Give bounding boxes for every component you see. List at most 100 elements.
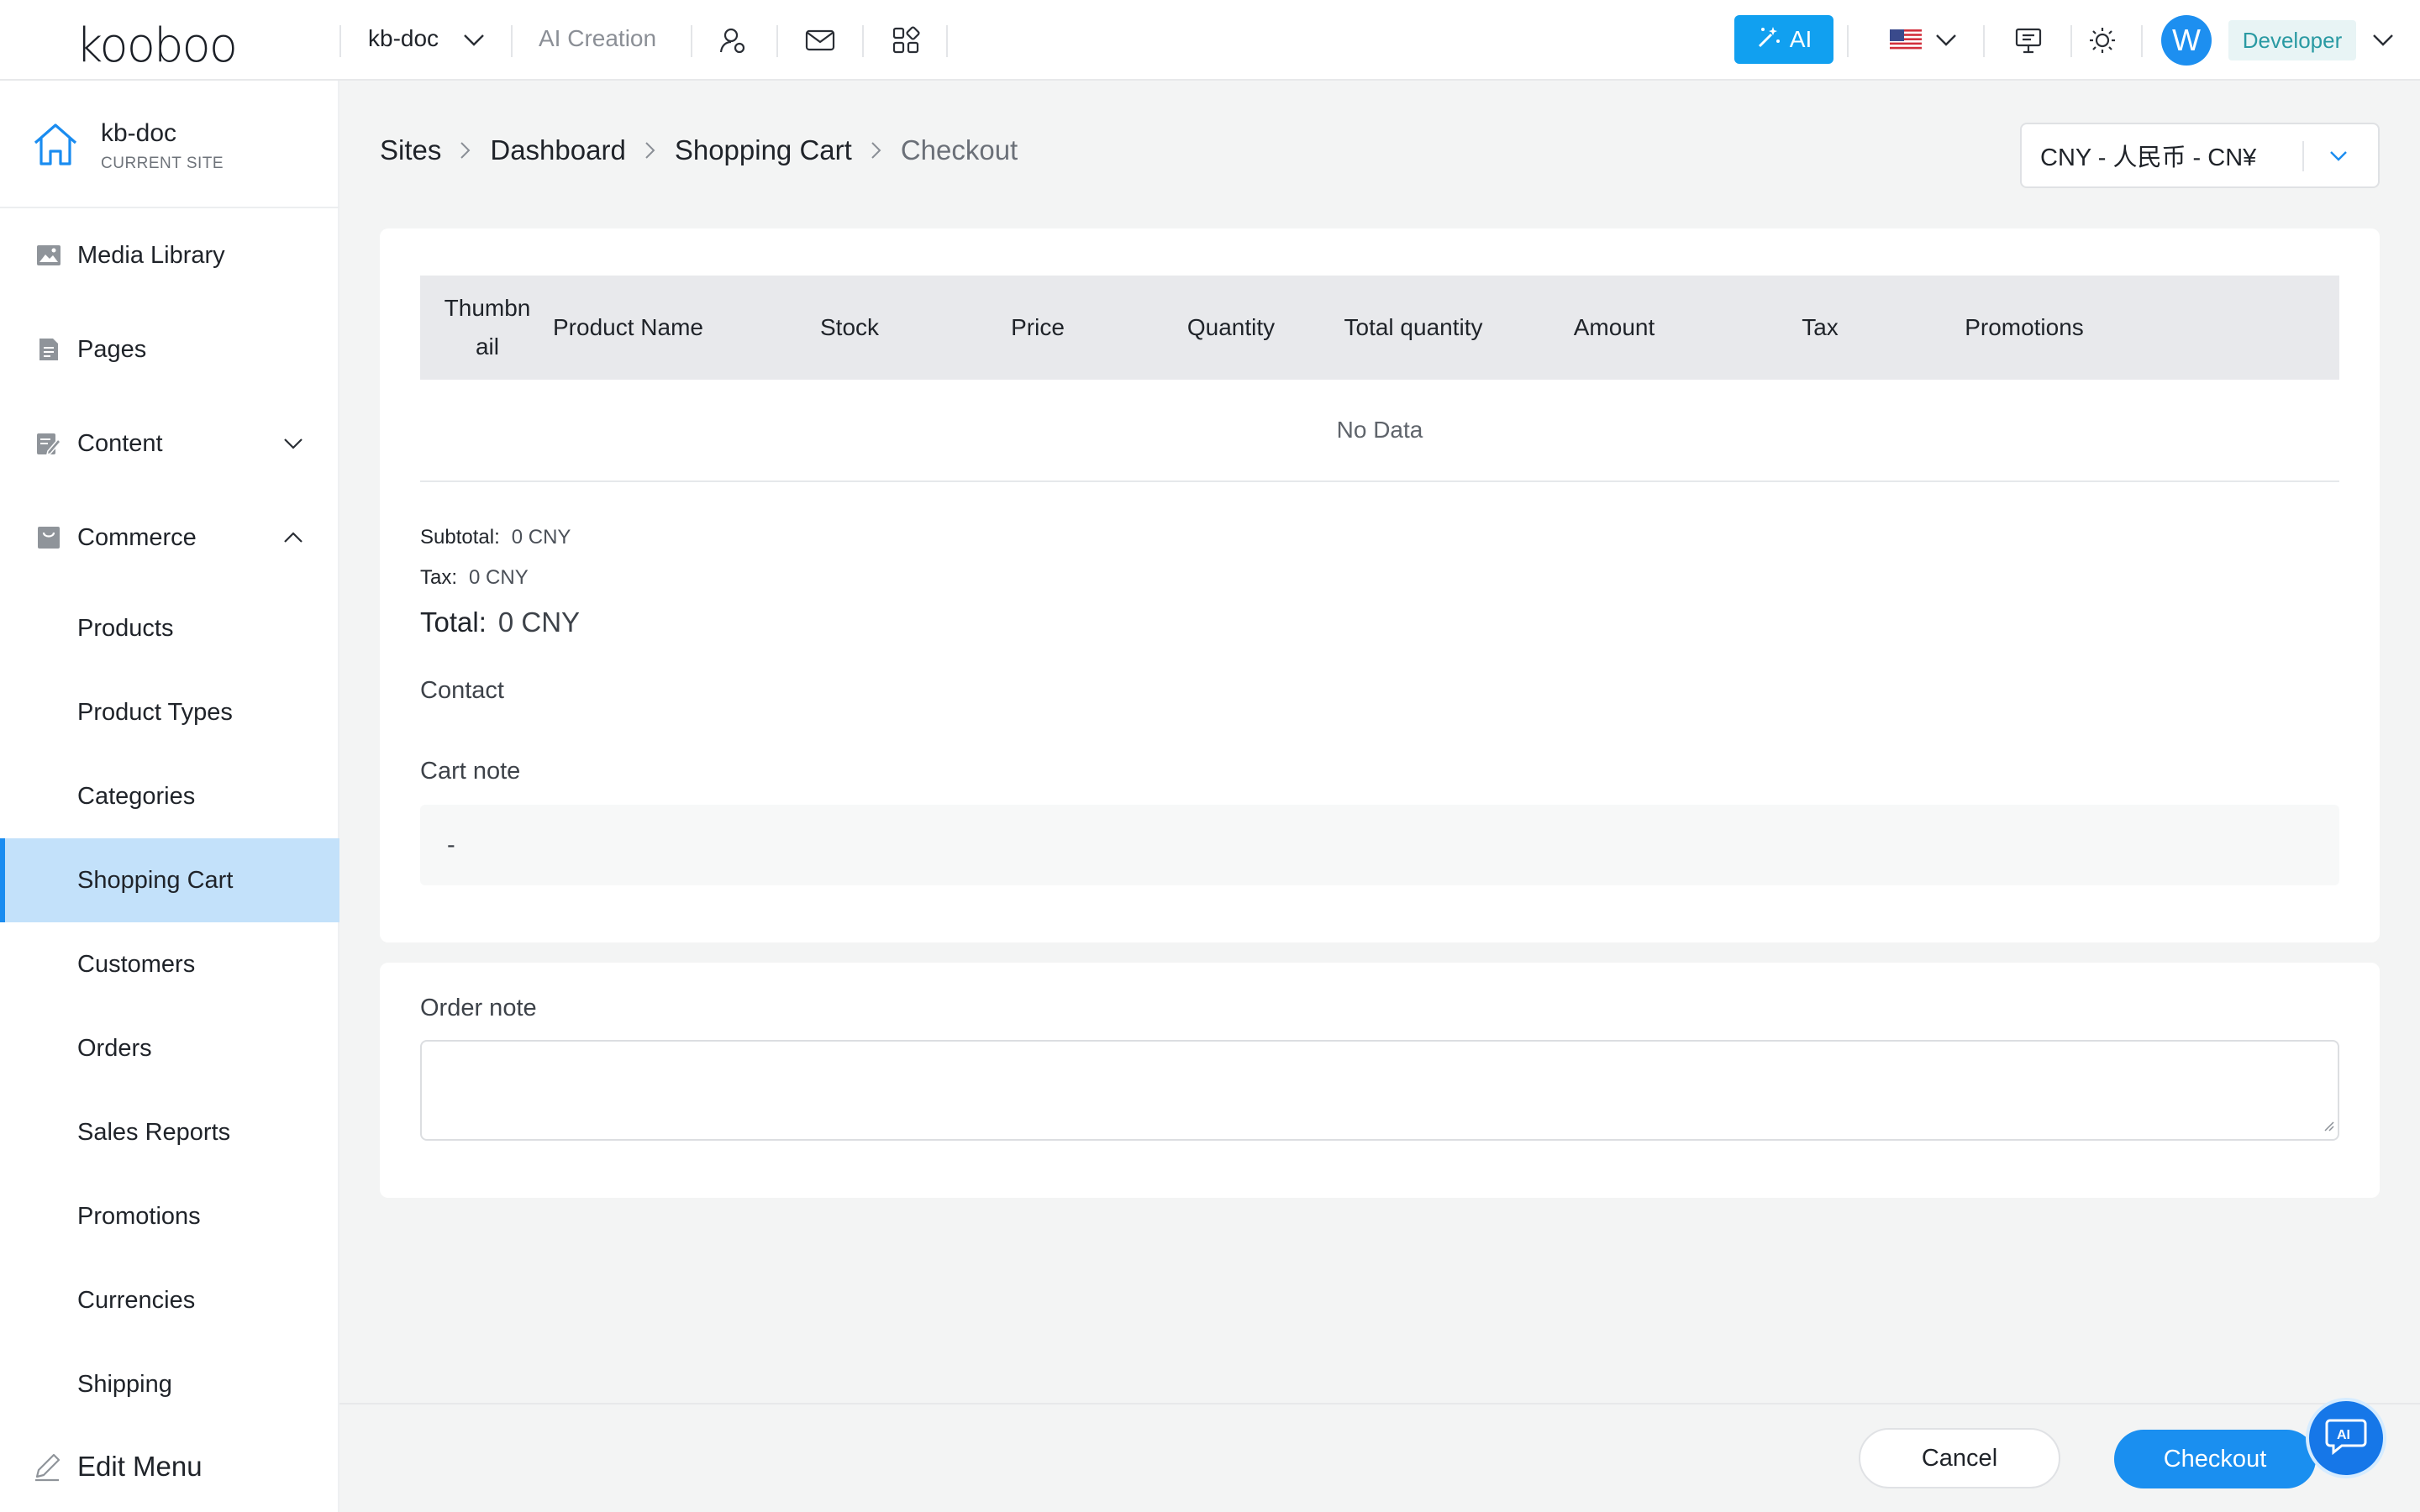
- column-header-thumbnail: Thumbn ail: [420, 276, 555, 380]
- sidebar-item-pages[interactable]: Pages: [0, 307, 339, 391]
- sidebar-item-label: Sales Reports: [77, 1118, 231, 1146]
- sidebar-item-promotions[interactable]: Promotions: [0, 1174, 339, 1258]
- column-header-label: Total quantity: [1344, 314, 1483, 340]
- sidebar-item-label: Categories: [77, 782, 196, 810]
- sidebar-item-label: Content: [77, 429, 163, 457]
- breadcrumb-sites[interactable]: Sites: [380, 134, 441, 166]
- order-note-label: Order note: [420, 995, 537, 1021]
- image-icon: [35, 242, 62, 269]
- sidebar-item-currencies[interactable]: Currencies: [0, 1258, 339, 1342]
- subtotal-value: 0 CNY: [511, 526, 571, 549]
- sun-icon[interactable]: [2086, 24, 2119, 57]
- empty-table-message: No Data: [420, 380, 2339, 482]
- page-icon: [35, 336, 62, 363]
- column-header-amount: Amount: [1543, 276, 1686, 380]
- divider: [862, 25, 864, 57]
- sidebar-item-categories[interactable]: Categories: [0, 754, 339, 838]
- breadcrumb-dashboard[interactable]: Dashboard: [490, 134, 625, 166]
- currency-select[interactable]: CNY - 人民币 - CN¥: [2020, 123, 2380, 188]
- divider: [511, 25, 513, 57]
- total-value: 0 CNY: [497, 606, 581, 638]
- column-header-total-quantity: Total quantity: [1313, 276, 1514, 380]
- user-settings-icon[interactable]: [716, 24, 750, 57]
- sidebar-item-label: Products: [77, 614, 174, 642]
- sidebar-item-content[interactable]: Content: [0, 402, 339, 486]
- divider: [1983, 25, 1985, 57]
- pencil-icon: [32, 1452, 62, 1486]
- site-subtitle: CURRENT SITE: [101, 155, 224, 172]
- column-header-price: Price: [975, 276, 1101, 380]
- magic-wand-icon: [1756, 24, 1781, 55]
- chevron-right-icon: [460, 141, 471, 160]
- checkout-button[interactable]: Checkout: [2114, 1430, 2316, 1488]
- chevron-right-icon: [871, 141, 882, 160]
- sidebar-item-label: Customers: [77, 950, 196, 978]
- total-row: Total: 0 CNY: [420, 606, 580, 638]
- sidebar-item-label: Pages: [77, 335, 147, 363]
- ai-chat-fab[interactable]: AI: [2306, 1398, 2386, 1478]
- mail-icon[interactable]: [803, 24, 837, 57]
- site-name: kb-doc: [101, 119, 177, 147]
- kooboo-logo[interactable]: kooboo: [76, 18, 238, 73]
- column-header-label: Quantity: [1186, 314, 1276, 340]
- sidebar-item-label: Product Types: [77, 698, 233, 726]
- presentation-icon[interactable]: [2012, 24, 2045, 57]
- chevron-down-icon[interactable]: [281, 431, 306, 456]
- contact-label: Contact: [420, 677, 504, 704]
- breadcrumb-checkout: Checkout: [900, 134, 1018, 165]
- sidebar-item-product-types[interactable]: Product Types: [0, 670, 339, 754]
- edit-menu-button[interactable]: Edit Menu: [0, 1425, 339, 1509]
- column-header-stock: Stock: [786, 276, 913, 380]
- ai-creation-link[interactable]: AI Creation: [539, 25, 656, 52]
- column-header-label: Thumbn ail: [444, 295, 531, 360]
- sidebar-item-media-library[interactable]: Media Library: [0, 213, 339, 297]
- ai-button-label: AI: [1789, 26, 1812, 52]
- chevron-down-icon: [2328, 144, 2349, 171]
- column-header-tax: Tax: [1761, 276, 1879, 380]
- divider: [776, 25, 778, 57]
- role-badge[interactable]: Developer: [2228, 20, 2356, 60]
- subtotal-row: Subtotal: 0 CNY: [420, 526, 571, 549]
- home-icon: [32, 121, 79, 172]
- cart-note-label: Cart note: [420, 758, 521, 785]
- divider: [339, 25, 341, 57]
- us-flag-icon[interactable]: [1889, 24, 1923, 57]
- chevron-down-icon[interactable]: [457, 24, 491, 57]
- sidebar-item-shipping[interactable]: Shipping: [0, 1342, 339, 1426]
- account-chevron-down-icon[interactable]: [2366, 24, 2400, 57]
- breadcrumb: Sites Dashboard Shopping Cart Checkout: [380, 134, 1018, 166]
- sidebar-item-label: Currencies: [77, 1286, 196, 1314]
- sidebar-item-shopping-cart[interactable]: Shopping Cart: [0, 838, 339, 922]
- resize-handle-icon[interactable]: [2321, 1118, 2334, 1136]
- top-bar: kooboo kb-doc AI Creation AI W Developer: [0, 0, 2420, 81]
- cart-table-header: Thumbn ail Product Name Stock Price Quan…: [420, 276, 2339, 380]
- sidebar-item-products[interactable]: Products: [0, 586, 339, 670]
- sidebar-item-orders[interactable]: Orders: [0, 1006, 339, 1090]
- cart-note-value-box: -: [420, 805, 2339, 885]
- site-switcher[interactable]: kb-doc: [368, 25, 439, 52]
- content-edit-icon: [35, 430, 62, 457]
- tax-row: Tax: 0 CNY: [420, 566, 529, 590]
- sidebar-item-customers[interactable]: Customers: [0, 922, 339, 1006]
- current-site[interactable]: kb-doc CURRENT SITE: [0, 81, 339, 208]
- column-header-promotions: Promotions: [1936, 276, 2112, 380]
- apps-grid-icon[interactable]: [889, 24, 923, 57]
- sidebar-item-label: Promotions: [77, 1202, 201, 1230]
- chevron-up-icon[interactable]: [281, 525, 306, 550]
- sidebar-item-label: Commerce: [77, 523, 197, 551]
- breadcrumb-shopping-cart[interactable]: Shopping Cart: [675, 134, 852, 166]
- cancel-button[interactable]: Cancel: [1859, 1428, 2060, 1488]
- sidebar-item-commerce[interactable]: Commerce: [0, 496, 339, 580]
- cart-note-value: -: [447, 831, 455, 858]
- tax-value: 0 CNY: [469, 566, 529, 589]
- divider: [2070, 25, 2072, 57]
- sidebar-item-label: Shipping: [77, 1370, 172, 1398]
- currency-select-value: CNY - 人民币 - CN¥: [2040, 144, 2257, 171]
- column-header-label: Stock: [819, 314, 880, 340]
- user-avatar[interactable]: W: [2161, 15, 2212, 66]
- edit-menu-label: Edit Menu: [77, 1451, 203, 1482]
- language-chevron-down-icon[interactable]: [1929, 24, 1963, 57]
- order-note-textarea[interactable]: [420, 1040, 2339, 1141]
- sidebar-item-sales-reports[interactable]: Sales Reports: [0, 1090, 339, 1174]
- ai-button[interactable]: AI: [1734, 15, 1833, 64]
